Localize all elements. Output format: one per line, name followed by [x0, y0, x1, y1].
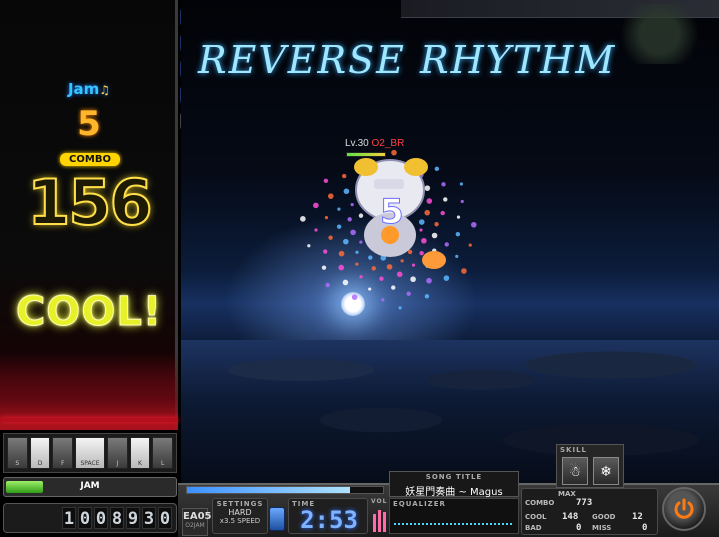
- firework-spark: [307, 244, 311, 248]
- good-value: 12: [632, 512, 643, 522]
- song-title-panel: SONG TITLE 妖星門奏曲 ~ Magus: [389, 471, 519, 498]
- firework-spark: [321, 265, 327, 270]
- firework-spark: [461, 268, 467, 274]
- equalizer-panel: EQUALIZER: [389, 498, 519, 534]
- combo-count: 156: [26, 165, 153, 240]
- settings-panel: SETTINGS HARD x3.5 SPEED: [212, 498, 268, 534]
- key-d: D: [29, 437, 51, 469]
- score-digit: 3: [142, 507, 156, 529]
- bad-value: 0: [576, 523, 582, 533]
- firework-spark: [300, 216, 306, 222]
- time-value: 2:53: [300, 506, 358, 534]
- power-icon: [674, 498, 694, 519]
- bad-label: BAD: [525, 524, 542, 532]
- jam-label-text: Jam: [67, 80, 100, 98]
- score-display: 1008930: [3, 503, 177, 533]
- skill-panel: SKILL ☃ ❄: [556, 444, 624, 488]
- jam-gauge-label: JAM: [80, 481, 100, 491]
- key-space: SPACE: [75, 437, 106, 469]
- character-level: Lv.30 O2_BR: [345, 138, 404, 149]
- firework-spark: [368, 287, 372, 291]
- miss-value: 0: [642, 523, 648, 533]
- firework-spark: [381, 298, 385, 302]
- firework-spark: [391, 285, 396, 290]
- judgement-text: COOL!: [15, 289, 163, 336]
- firework-spark: [406, 291, 411, 296]
- key-k: K: [129, 437, 151, 469]
- mode-badge: EA05 O2JAM: [182, 508, 212, 536]
- key-j: J: [107, 437, 128, 469]
- max-combo-value: 773: [576, 498, 593, 508]
- volume-label: VOL: [371, 498, 388, 505]
- score-digit: 8: [110, 507, 124, 529]
- key-s: S: [7, 437, 28, 469]
- skill-slot-2[interactable]: ❄: [593, 457, 619, 485]
- song-progress-bar: [186, 486, 384, 494]
- firework-spark: [470, 221, 477, 228]
- firework-spark: [324, 216, 329, 220]
- level-text: Lv.30: [345, 138, 369, 149]
- svg-text:5: 5: [380, 192, 404, 232]
- score-digit: 0: [78, 507, 92, 529]
- firework-spark: [468, 243, 472, 247]
- song-progress-fill: [187, 487, 350, 493]
- mode-badge-brand: O2JAM: [185, 522, 205, 529]
- jam-label: Jam♫: [0, 80, 178, 98]
- speed-icon: [269, 507, 285, 531]
- firework-spark: [323, 178, 329, 184]
- judgement-line: [0, 418, 178, 422]
- volume-bar: [383, 512, 386, 532]
- score-digit: 1: [62, 507, 76, 529]
- firework-spark: [459, 182, 463, 186]
- miss-label: MISS: [592, 524, 612, 532]
- firework-spark: [314, 228, 318, 232]
- equalizer-label: EQUALIZER: [393, 500, 446, 508]
- good-label: GOOD: [592, 513, 616, 521]
- character-avatar: 5: [354, 158, 446, 269]
- skill-label: SKILL: [560, 446, 587, 454]
- music-note-icon: ♫: [99, 83, 111, 97]
- score-digit: 0: [94, 507, 108, 529]
- max-combo-label: COMBO: [525, 499, 555, 507]
- key-row: S D F SPACE J K L: [3, 433, 177, 473]
- mode-badge-code: EA05: [183, 511, 212, 522]
- player-nickname: O2_BR: [371, 138, 405, 149]
- difficulty-value: HARD: [228, 508, 252, 517]
- max-label: MAX: [558, 490, 576, 498]
- stats-panel: MAX COMBO 773 COOL 148 GOOD 12 BAD 0 MIS…: [521, 488, 658, 535]
- song-title-label: SONG TITLE: [425, 473, 483, 481]
- volume-bar: [378, 510, 381, 532]
- jam-gauge: JAM: [3, 477, 177, 497]
- key-f: F: [52, 437, 74, 469]
- equalizer-wave: [394, 523, 514, 525]
- firework-spark: [323, 249, 328, 254]
- firework-spark: [460, 199, 464, 204]
- score-digit: 9: [126, 507, 140, 529]
- firework-spark: [313, 202, 319, 209]
- score-digit: 0: [158, 507, 172, 529]
- song-title-value: 妖星門奏曲 ~ Magus: [405, 487, 503, 498]
- speed-value: x3.5 SPEED: [219, 517, 261, 525]
- song-banner: REVERSE RHYTHM: [198, 38, 617, 82]
- time-panel: TIME 2:53: [288, 498, 368, 534]
- cool-value: 148: [562, 512, 579, 522]
- combo-title: COMBO: [60, 153, 120, 166]
- firework-spark: [398, 306, 402, 310]
- exit-button[interactable]: [662, 487, 706, 531]
- settings-label: SETTINGS: [216, 500, 264, 508]
- character-hp-bar: [346, 152, 386, 157]
- note-lane: Jam♫ 5 COMBO 156 COOL!: [0, 0, 178, 430]
- jam-count: 5: [77, 104, 101, 144]
- firework-spark: [424, 294, 430, 299]
- cool-label: COOL: [525, 513, 547, 521]
- volume-bar: [373, 514, 376, 532]
- firework-spark: [351, 294, 358, 300]
- skill-slot-1[interactable]: ☃: [562, 457, 588, 485]
- key-l: L: [152, 437, 174, 469]
- volume-meter: VOL: [371, 498, 387, 534]
